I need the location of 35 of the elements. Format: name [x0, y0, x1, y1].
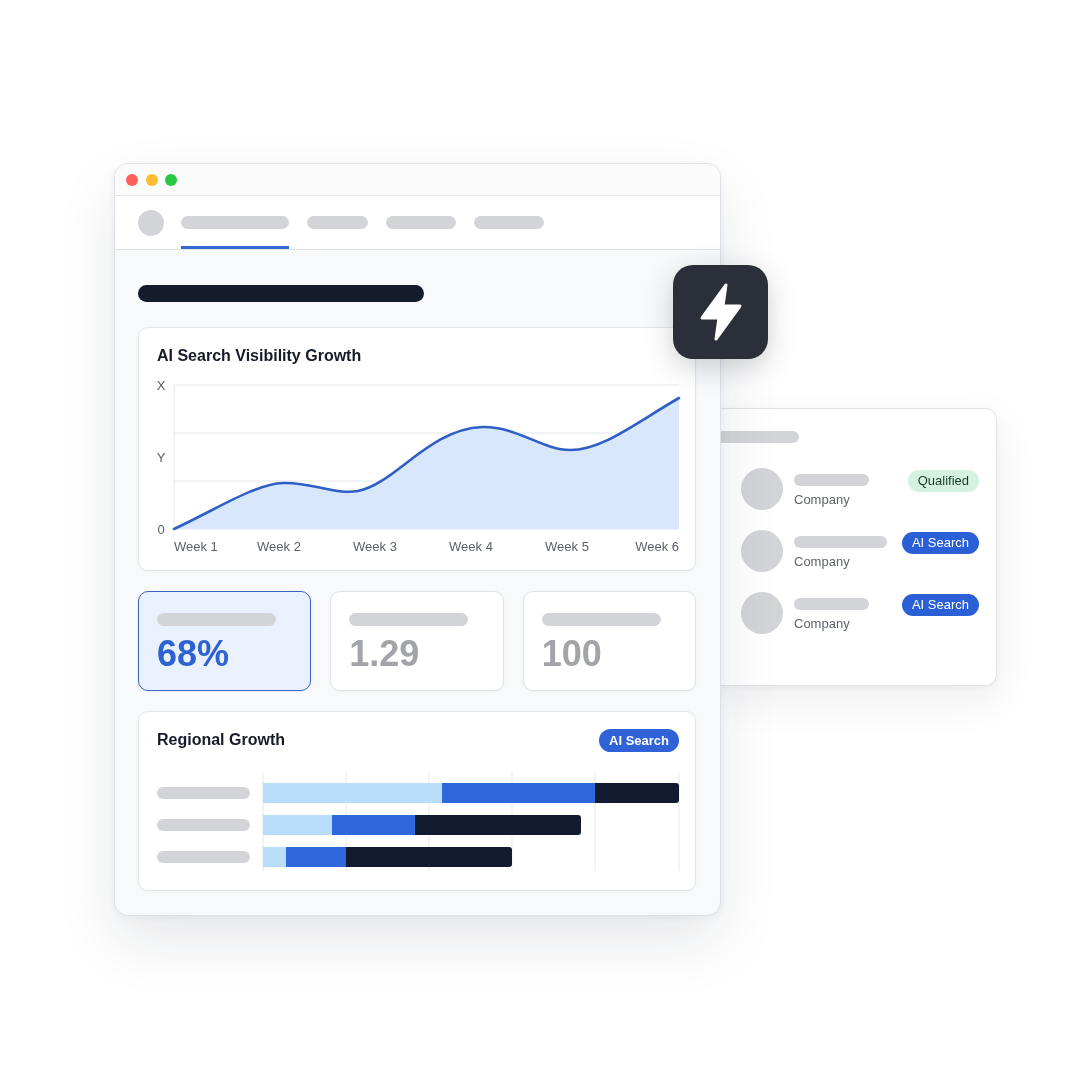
- axis-label: Week 4: [449, 538, 493, 554]
- avatar-icon: [741, 530, 783, 572]
- window-maximize-icon[interactable]: [165, 173, 177, 186]
- stat-value: 1.29: [349, 634, 420, 674]
- stat-card[interactable]: 68%: [138, 591, 312, 691]
- status-tag: AI Search: [901, 594, 979, 616]
- tab-label-placeholder: [474, 216, 544, 229]
- status-tag: AI Search: [901, 532, 979, 554]
- window-close-icon[interactable]: [126, 173, 138, 186]
- axis-label: Week 5: [545, 538, 589, 554]
- company-name: Company: [794, 492, 850, 508]
- axis-label: Week 1: [174, 538, 218, 554]
- stat-value: 68%: [157, 634, 230, 674]
- stat-card[interactable]: 100: [522, 591, 696, 691]
- chart-title: AI Search Visibility Growth: [157, 346, 362, 366]
- category-tag: AI Search: [599, 728, 679, 752]
- axis-label: Week 2: [257, 538, 301, 554]
- company-name: Company: [794, 554, 850, 570]
- tab-label-placeholder: [386, 216, 456, 229]
- stat-card[interactable]: 1.29: [330, 591, 504, 691]
- avatar-icon: [138, 209, 164, 236]
- axis-label: Y: [156, 449, 166, 465]
- company-name: Company: [794, 616, 850, 632]
- avatar-icon: [741, 592, 783, 634]
- avatar-icon: [741, 468, 783, 510]
- axis-label: X: [156, 377, 166, 393]
- chart-title: Regional Growth: [157, 730, 285, 750]
- axis-label: 0: [157, 521, 165, 537]
- window-minimize-icon[interactable]: [145, 173, 158, 186]
- tab-label-placeholder: [307, 216, 368, 229]
- axis-label: Week 6: [635, 538, 679, 554]
- axis-label: Week 3: [353, 538, 397, 554]
- bar-segment: [263, 815, 332, 835]
- status-tag: Qualified: [907, 470, 979, 492]
- stat-value: 100: [541, 634, 602, 674]
